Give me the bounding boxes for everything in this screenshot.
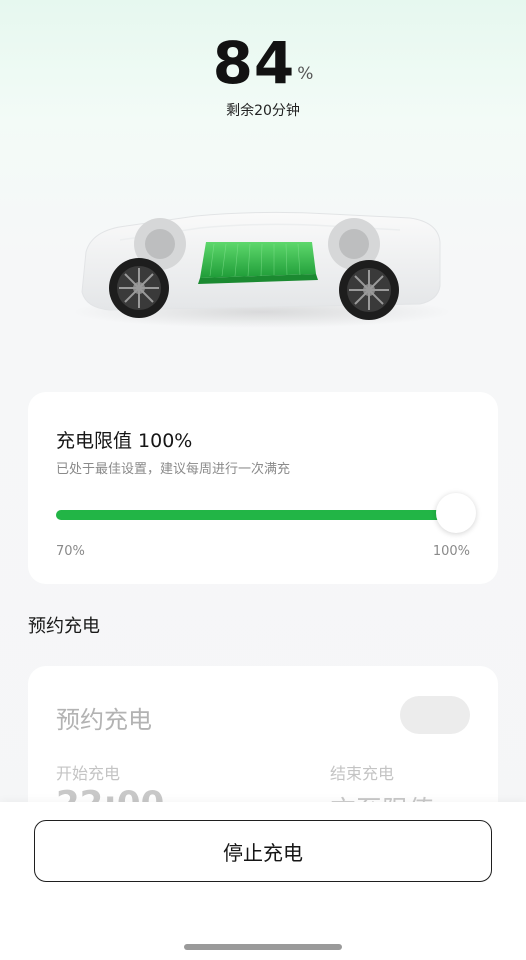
end-charge-label: 结束充电 (330, 764, 395, 783)
schedule-card-title: 预约充电 (56, 706, 152, 734)
charge-limit-slider-fill (56, 510, 456, 520)
car-battery-graphic (72, 211, 452, 328)
charge-limit-subtitle: 已处于最佳设置，建议每周进行一次满充 (56, 462, 291, 477)
charge-limit-slider-track[interactable] (56, 510, 456, 520)
rear-wheel-near (109, 258, 169, 318)
front-wheel-near (339, 260, 399, 320)
charge-limit-slider-thumb[interactable] (436, 493, 476, 533)
bottom-action-bar: 停止充电 (0, 802, 526, 960)
battery-status: 84 % 剩余20分钟 (0, 28, 526, 120)
battery-pack (198, 242, 318, 284)
slider-max-label: 100% (432, 544, 470, 559)
start-charge-label: 开始充电 (56, 764, 121, 783)
slider-min-label: 70% (56, 544, 85, 559)
battery-percent: 84 (212, 29, 296, 97)
schedule-section-title: 预约充电 (28, 616, 100, 637)
battery-percent-row: 84 % (0, 28, 526, 98)
stop-charging-button[interactable]: 停止充电 (34, 820, 492, 882)
car-illustration (0, 200, 526, 340)
time-remaining: 剩余20分钟 (226, 103, 300, 119)
home-indicator[interactable] (184, 944, 342, 950)
charge-limit-card: 充电限值 100% 已处于最佳设置，建议每周进行一次满充 70% 100% (28, 392, 498, 584)
charge-limit-title: 充电限值 100% (56, 430, 193, 452)
battery-percent-unit: % (297, 64, 314, 84)
schedule-toggle[interactable] (400, 696, 470, 734)
